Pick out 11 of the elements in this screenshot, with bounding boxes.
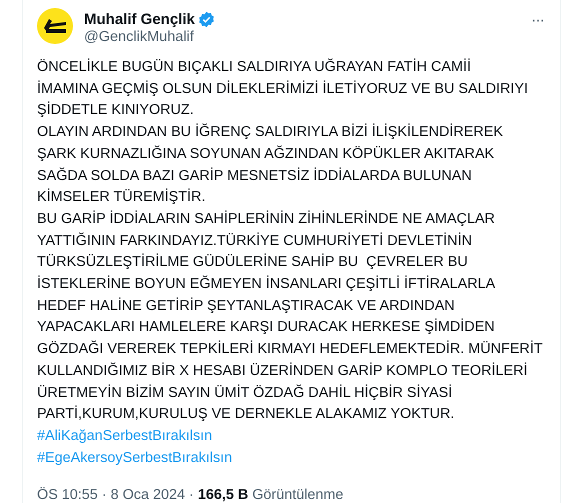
author-name[interactable]: Muhalif Gençlik <box>84 11 195 28</box>
more-button[interactable]: ··· <box>531 6 544 30</box>
post-time[interactable]: ÖS 10:55 <box>37 487 98 503</box>
views-label: Görüntülenme <box>252 487 344 503</box>
post-date[interactable]: 8 Oca 2024 <box>110 487 186 503</box>
author-handle[interactable]: @GenclikMuhalif <box>84 29 520 45</box>
tweet-text: ÖNCELİKLE BUGÜN BIÇAKLI SALDIRIYA UĞRAYAN FATİH CAMİİ İMAMINA GEÇMİŞ OLSUN DİLEKLERİMİZİ İLETİYORUZ VE BU SALDIRIYI ŞİDDETLE KINIYORUZ. OLAYIN ARDINDAN BU İĞRENÇ SALDIRIYLA BİZİ İLİŞKİLENDİREREK ŞARK KURNAZLIĞINA SOYUNAN AĞZINDAN KÖPÜKLER AKITARAK SAĞDA SOLDA BAZI GARİP MESNETSİZ İDDİALARDA BULUNAN KİMSELER TÜREMİŞTİR. BU GARİP İDDİALARIN SAHİPLERİNİN ZİHİNLERİNDE NE AMAÇLAR YATTIĞININ FARKINDAYIZ.TÜRKİYE CUMHURİYETİ DEVLETİNİN TÜRKSÜZLEŞTİRİLME GÜDÜLERİNE SAHİP BU ÇEVRELER BU İSTEKLERİNE BOYUN EĞMEYEN İNSANLARI ÇEŞİTLİ İFTİRALARLA HEDEF HALİNE GETİRİP ŞEYTANLAŞTIRACAK VE ARDINDAN YAPACAKLARI HAMLELERE KARŞI DURACAK HERKESE ŞİMDİDEN GÖZDAĞI VEREREK TEPKİLERİ KIRMAYI HEDEFLEMEKTEDİR. MÜNFERİT KULLANDIĞIMIZ BİR X HESABI ÜZERİNDEN GARİP KOMPLO TEORİLERİ ÜRETMEYİN BİZİM SAYIN ÜMİT ÖZDAĞ DAHİL HİÇBİR SİYASİ PARTİ,KURUM,KURULUŞ VE DERNEKLE ALAKAMIZ YOKTUR. <box>37 58 544 424</box>
view-count: 166,5 B <box>198 487 248 503</box>
separator-dot: · <box>189 487 194 503</box>
separator-dot: · <box>102 487 107 503</box>
logo-icon[interactable] <box>37 8 73 44</box>
